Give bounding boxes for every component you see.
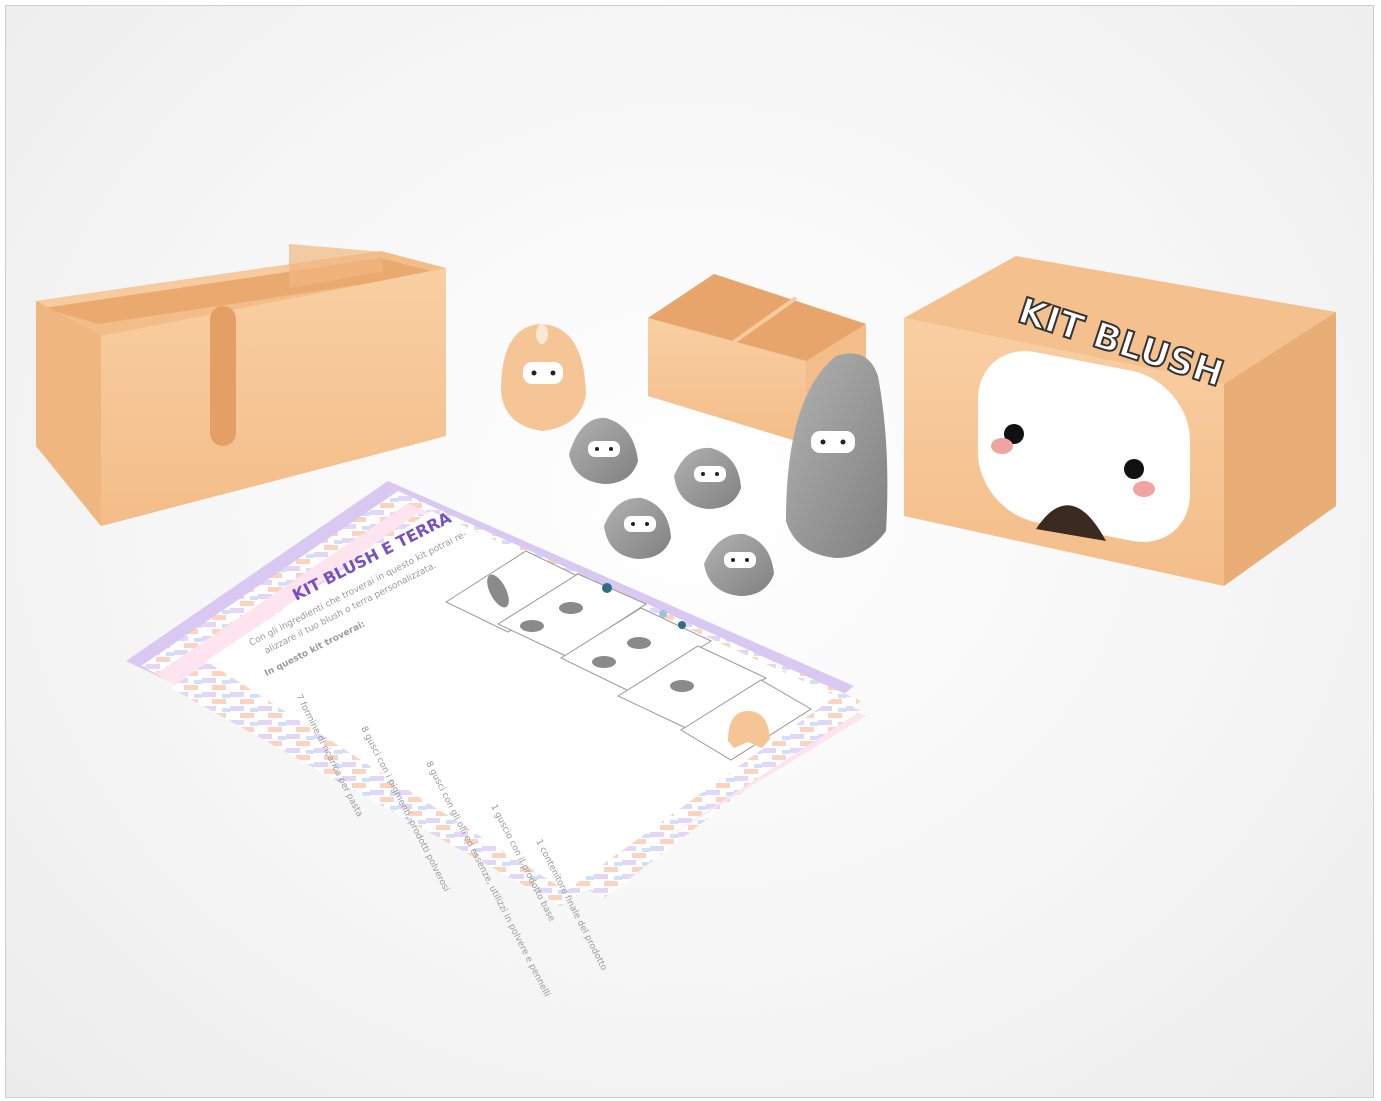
grey-figure-3 <box>604 497 671 559</box>
grey-figure-1 <box>569 417 638 484</box>
kit-box: KIT BLUSH <box>904 256 1336 586</box>
orange-figure <box>501 324 586 431</box>
render-canvas: KIT BLUSH KIT BLUSH E TERRA Con gli ingr… <box>36 244 1336 999</box>
grey-figure-2 <box>674 447 741 509</box>
product-render: KIT BLUSH KIT BLUSH E TERRA Con gli ingr… <box>5 5 1374 1098</box>
grey-figure-4 <box>704 533 774 596</box>
